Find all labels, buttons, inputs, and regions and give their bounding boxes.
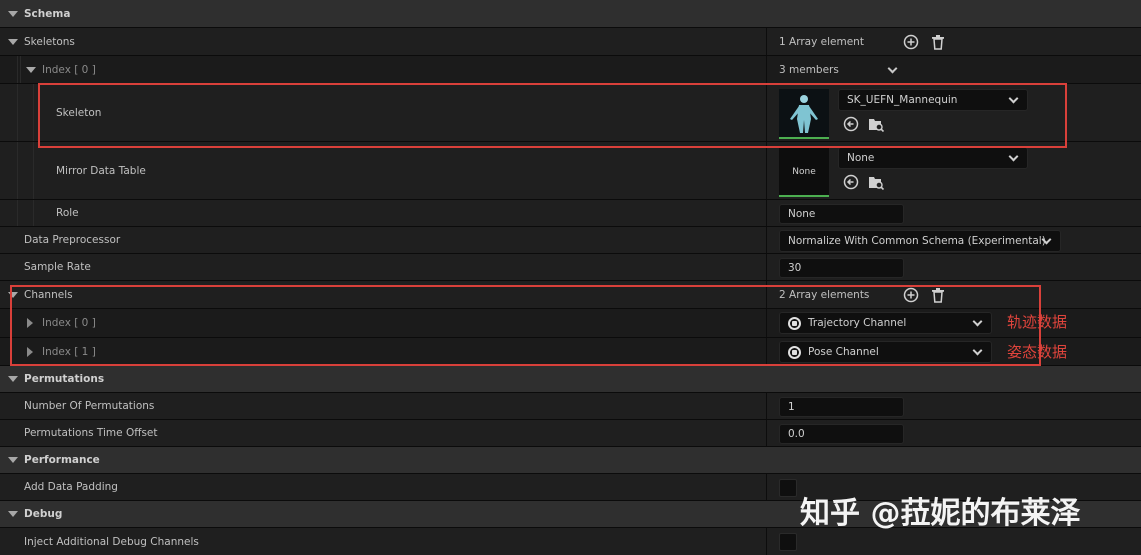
expand-arrow-icon[interactable] <box>27 318 33 328</box>
inject-debug-channels-row: Inject Additional Debug Channels <box>0 528 1141 555</box>
channel-index-row: Index [ 1 ] Pose Channel <box>0 338 1141 366</box>
sample-rate-input[interactable]: 30 <box>779 258 904 278</box>
add-element-icon[interactable] <box>903 287 919 303</box>
collapse-arrow-icon[interactable] <box>8 457 18 463</box>
number-of-permutations-input[interactable]: 1 <box>779 397 904 417</box>
channel-class-icon <box>788 317 801 330</box>
role-input[interactable]: None <box>779 204 904 224</box>
data-preprocessor-value: Normalize With Common Schema (Experiment… <box>788 235 1046 247</box>
watermark: 知乎 @菈妮的布莱泽 <box>800 496 1081 531</box>
data-preprocessor-dropdown[interactable]: Normalize With Common Schema (Experiment… <box>779 230 1061 252</box>
inject-debug-channels-checkbox[interactable] <box>779 533 797 551</box>
skeleton-thumbnail[interactable] <box>779 89 829 139</box>
skeleton-asset-dropdown[interactable]: SK_UEFN_Mannequin <box>838 89 1028 111</box>
skeletons-label: Skeletons <box>24 35 75 48</box>
skeletons-row: Skeletons 1 Array element <box>0 28 1141 56</box>
channels-row: Channels 2 Array elements <box>0 281 1141 309</box>
inject-debug-channels-label: Inject Additional Debug Channels <box>24 535 199 548</box>
category-permutations[interactable]: Permutations <box>0 366 1141 393</box>
mirror-thumbnail-text: None <box>792 167 816 177</box>
chevron-down-icon <box>1008 93 1019 104</box>
chevron-down-icon <box>972 345 983 356</box>
skeletons-count: 1 Array element <box>779 35 864 48</box>
add-data-padding-checkbox[interactable] <box>779 479 797 497</box>
category-label: Permutations <box>24 373 105 385</box>
chevron-down-icon[interactable] <box>887 63 898 74</box>
channel-class-dropdown[interactable]: Pose Channel <box>779 341 992 363</box>
skeleton-index-label: Index [ 0 ] <box>42 63 96 76</box>
use-selected-asset-icon[interactable] <box>843 116 859 132</box>
channels-count: 2 Array elements <box>779 288 870 301</box>
role-row: Role None <box>0 200 1141 227</box>
chevron-down-icon <box>972 316 983 327</box>
channel-class-value: Pose Channel <box>808 346 879 358</box>
trash-icon[interactable] <box>930 287 946 303</box>
number-of-permutations-label: Number Of Permutations <box>24 400 155 412</box>
collapse-arrow-icon[interactable] <box>8 511 18 517</box>
sample-rate-label: Sample Rate <box>24 261 91 273</box>
collapse-arrow-icon[interactable] <box>8 376 18 382</box>
mannequin-icon <box>779 89 829 137</box>
browse-asset-icon[interactable] <box>868 116 884 132</box>
sample-rate-row: Sample Rate 30 <box>0 254 1141 281</box>
collapse-arrow-icon[interactable] <box>8 38 18 45</box>
mirror-data-table-row: Mirror Data Table None None <box>0 142 1141 200</box>
data-preprocessor-label: Data Preprocessor <box>24 234 121 246</box>
trash-icon[interactable] <box>930 34 946 50</box>
channel-class-dropdown[interactable]: Trajectory Channel <box>779 312 992 334</box>
trajectory-annotation: 轨迹数据 <box>1007 313 1068 331</box>
skeleton-asset-value: SK_UEFN_Mannequin <box>847 94 958 106</box>
category-label: Schema <box>24 7 71 20</box>
permutations-time-offset-row: Permutations Time Offset 0.0 <box>0 420 1141 447</box>
category-schema[interactable]: Schema <box>0 0 1141 28</box>
category-label: Performance <box>24 454 100 466</box>
number-of-permutations-row: Number Of Permutations 1 <box>0 393 1141 420</box>
skeleton-index-row: Index [ 0 ] 3 members <box>0 56 1141 84</box>
category-label: Debug <box>24 508 63 520</box>
channel-index-label: Index [ 1 ] <box>42 345 96 358</box>
permutations-time-offset-label: Permutations Time Offset <box>24 427 158 439</box>
channel-class-value: Trajectory Channel <box>808 317 907 329</box>
mirror-thumbnail[interactable]: None <box>779 147 829 197</box>
channel-index-label: Index [ 0 ] <box>42 317 96 329</box>
channels-label: Channels <box>24 288 73 301</box>
data-preprocessor-row: Data Preprocessor Normalize With Common … <box>0 227 1141 254</box>
mirror-asset-dropdown[interactable]: None <box>838 147 1028 169</box>
collapse-arrow-icon[interactable] <box>26 66 36 73</box>
mirror-asset-value: None <box>847 152 875 164</box>
use-selected-asset-icon[interactable] <box>843 174 859 190</box>
collapse-arrow-icon[interactable] <box>8 10 18 17</box>
collapse-arrow-icon[interactable] <box>8 291 18 298</box>
chevron-down-icon <box>1008 151 1019 162</box>
pose-annotation: 姿态数据 <box>1007 343 1068 361</box>
channel-class-icon <box>788 346 801 359</box>
browse-asset-icon[interactable] <box>868 174 884 190</box>
permutations-time-offset-input[interactable]: 0.0 <box>779 424 904 444</box>
expand-arrow-icon[interactable] <box>27 346 33 357</box>
role-label: Role <box>56 207 79 219</box>
skeleton-row: Skeleton SK_UEFN_Mannequin <box>0 84 1141 142</box>
category-performance[interactable]: Performance <box>0 447 1141 474</box>
add-element-icon[interactable] <box>903 34 919 50</box>
add-data-padding-label: Add Data Padding <box>24 481 118 493</box>
skeleton-label: Skeleton <box>56 106 102 119</box>
mirror-data-table-label: Mirror Data Table <box>56 164 146 177</box>
channel-index-row: Index [ 0 ] Trajectory Channel <box>0 309 1141 338</box>
members-count: 3 members <box>779 63 839 76</box>
